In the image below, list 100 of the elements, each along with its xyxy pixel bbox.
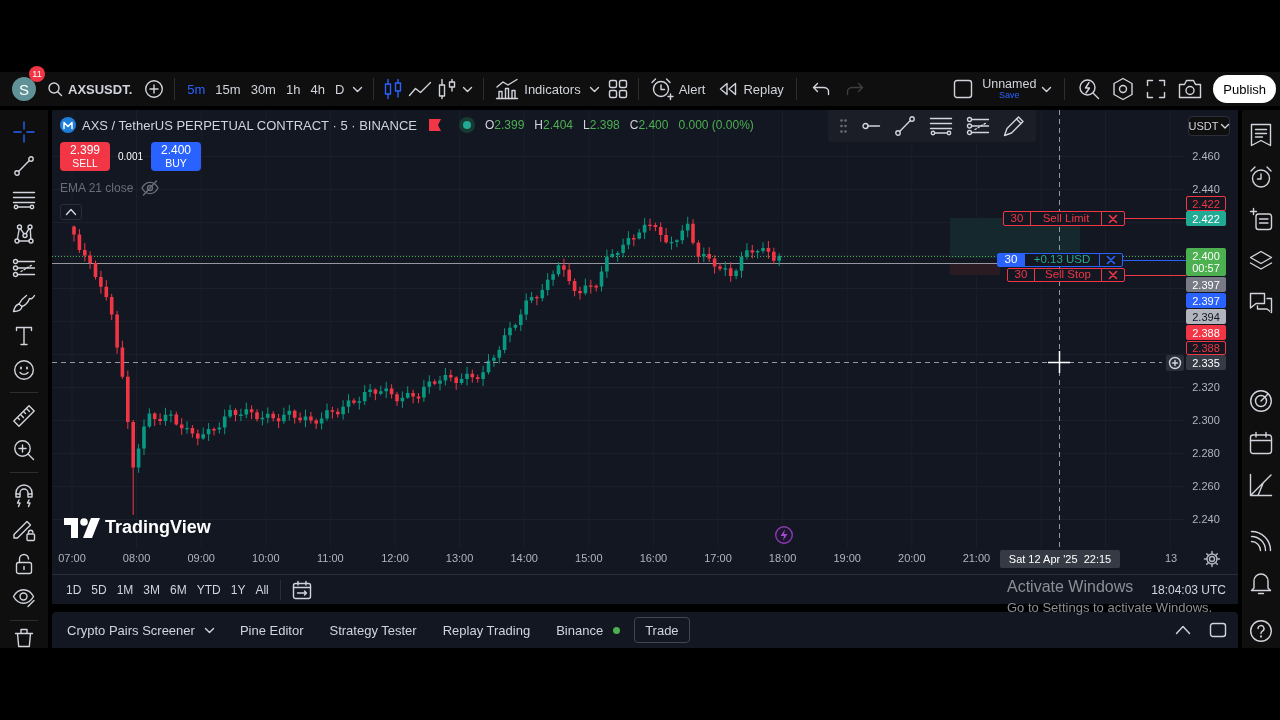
camera-icon[interactable] — [1179, 80, 1202, 98]
alarm-clock-icon[interactable] — [1250, 166, 1272, 188]
trade-button[interactable]: Trade — [634, 617, 690, 643]
trash-icon[interactable] — [15, 629, 33, 647]
alert-button[interactable]: Alert — [645, 75, 711, 103]
flag-icon[interactable] — [428, 119, 441, 131]
pencil-icon[interactable] — [1004, 116, 1024, 136]
panel-tab[interactable]: Crypto Pairs Screener — [67, 617, 214, 643]
range-button[interactable]: 1Y — [225, 578, 251, 601]
user-avatar[interactable]: S — [12, 77, 36, 101]
caret-icon[interactable] — [589, 86, 599, 92]
watchlist-icon[interactable] — [1251, 124, 1271, 146]
caret-icon[interactable] — [204, 627, 214, 633]
grid-icon[interactable] — [608, 80, 627, 98]
square-icon[interactable] — [954, 80, 973, 98]
layers-icon[interactable] — [1250, 251, 1272, 271]
settings-icon[interactable] — [1113, 78, 1134, 100]
save-link[interactable]: Save — [999, 91, 1020, 101]
dotted-lines-icon[interactable] — [967, 117, 989, 135]
alarm-clock-icon — [650, 78, 673, 100]
caret-icon[interactable] — [353, 86, 363, 92]
undo-icon[interactable] — [812, 83, 829, 95]
hollow-candles-icon[interactable] — [439, 79, 456, 99]
range-button[interactable]: 6M — [165, 578, 192, 601]
settings-icon[interactable] — [1204, 551, 1220, 567]
order-type: Sell Stop — [1035, 269, 1102, 281]
range-button[interactable]: All — [250, 578, 274, 601]
plus-circle-icon[interactable] — [145, 80, 164, 98]
crosshair-icon[interactable] — [14, 122, 34, 142]
horizontal-ray-icon[interactable] — [862, 123, 880, 129]
close-icon[interactable] — [1109, 271, 1117, 279]
chevron-up-icon[interactable] — [1176, 626, 1190, 634]
collapse-button[interactable] — [60, 204, 82, 220]
pencil-lock-icon[interactable] — [13, 519, 35, 541]
lightning-icon[interactable] — [775, 526, 793, 544]
order-quantity: 30 — [1004, 212, 1031, 225]
lightning-search-icon[interactable] — [1079, 79, 1100, 99]
brush-icon[interactable] — [13, 292, 35, 312]
caret-icon[interactable] — [463, 86, 473, 92]
node-pattern-icon[interactable] — [14, 224, 34, 244]
indicators-button[interactable]: Indicators — [491, 75, 586, 103]
trend-line-icon[interactable] — [14, 156, 34, 176]
price-tag: 2.397 — [1186, 293, 1226, 308]
text-tool-icon[interactable] — [16, 327, 32, 345]
range-button[interactable]: 1M — [111, 578, 139, 601]
zoom-in-icon[interactable] — [14, 440, 34, 460]
horizontal-lines-icon[interactable] — [930, 117, 952, 135]
panel-tab[interactable]: Replay Trading — [442, 617, 531, 643]
currency-dropdown[interactable]: USDT — [1188, 116, 1230, 136]
interval-button[interactable]: 30m — [245, 75, 281, 103]
chat-icon[interactable] — [1250, 293, 1272, 313]
replay-button[interactable]: Replay — [714, 75, 789, 103]
range-button[interactable]: 1D — [61, 578, 87, 601]
panel-tab[interactable]: Pine Editor — [239, 617, 304, 643]
caret-icon[interactable] — [1042, 86, 1052, 92]
price-axis-label: 2.240 — [1191, 512, 1221, 526]
horizontal-lines-icon[interactable] — [13, 191, 35, 209]
maximize-icon[interactable] — [1210, 623, 1226, 637]
interval-button[interactable]: 1h — [280, 75, 306, 103]
lock-icon[interactable] — [16, 554, 32, 574]
smiley-icon[interactable] — [14, 360, 34, 380]
price-axis-label: 2.300 — [1191, 413, 1221, 427]
fullscreen-icon[interactable] — [1147, 80, 1166, 98]
clock: 18:04:03 UTC — [1151, 582, 1226, 597]
buy-button[interactable]: 2.400 BUY — [151, 142, 202, 171]
eye-icon[interactable] — [13, 589, 35, 607]
target-icon[interactable] — [1250, 390, 1272, 412]
magnet-icon[interactable] — [15, 485, 33, 507]
candles-icon[interactable] — [385, 79, 402, 99]
chart-lines-icon[interactable] — [1250, 474, 1272, 496]
publish-button[interactable]: Publish — [1213, 75, 1276, 103]
close-icon[interactable] — [1107, 256, 1115, 264]
interval-button[interactable]: 15m — [210, 75, 246, 103]
broker-tab[interactable]: Binance — [556, 617, 621, 643]
close-icon[interactable] — [1109, 214, 1117, 223]
layout-name[interactable]: Unnamed — [982, 77, 1037, 91]
sell-button[interactable]: 2.399 SELL — [60, 142, 110, 171]
interval-button[interactable]: D — [329, 75, 350, 103]
help-icon[interactable] — [1250, 620, 1272, 642]
drag-handle-icon[interactable] — [840, 119, 847, 133]
eye-crossed-icon[interactable] — [141, 180, 160, 196]
calendar-icon[interactable] — [1250, 432, 1272, 454]
trend-line-icon[interactable] — [895, 116, 915, 136]
ruler-icon[interactable] — [13, 405, 35, 427]
symbol-search-button[interactable]: AXSUSDT. — [48, 75, 138, 103]
calendar-icon[interactable] — [292, 580, 311, 599]
symbol-title[interactable]: AXS / TetherUS PERPETUAL CONTRACT · 5 · BINANCE — [82, 117, 417, 133]
range-button[interactable]: 5D — [86, 578, 112, 601]
interval-button[interactable]: 5m — [182, 75, 211, 103]
interval-button[interactable]: 4h — [305, 75, 330, 103]
panel-tab[interactable]: Strategy Tester — [329, 617, 417, 643]
range-button[interactable]: YTD — [191, 578, 226, 601]
line-chart-icon[interactable] — [409, 82, 432, 96]
broadcast-icon[interactable] — [1251, 531, 1271, 551]
add-list-icon[interactable] — [1250, 208, 1272, 230]
dotted-lines-icon[interactable] — [13, 259, 35, 277]
time-axis-label: 17:00 — [703, 552, 733, 564]
plus-circle-icon[interactable] — [1166, 355, 1184, 371]
range-button[interactable]: 3M — [138, 578, 166, 601]
bell-icon[interactable] — [1251, 572, 1271, 594]
